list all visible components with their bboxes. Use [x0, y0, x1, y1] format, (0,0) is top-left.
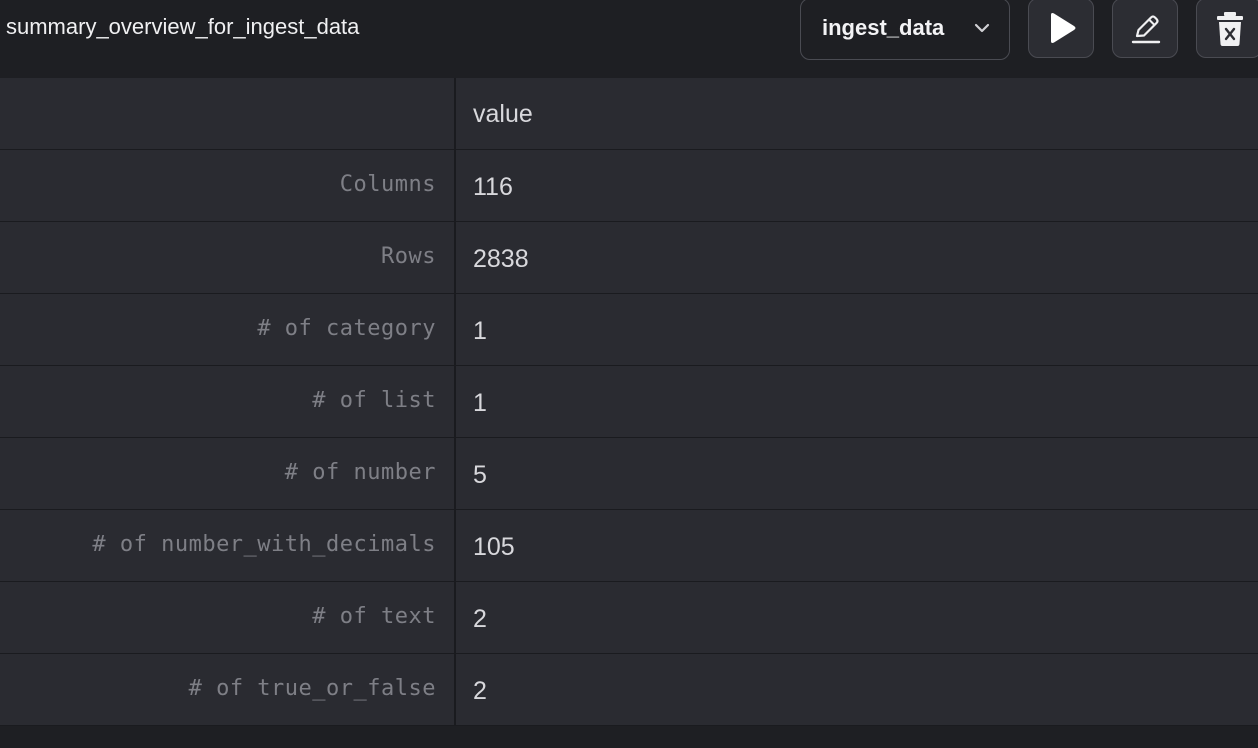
row-value: 1: [473, 389, 487, 417]
row-value: 1: [473, 317, 487, 345]
row-label: # of number_with_decimals: [92, 532, 436, 557]
row-label: # of text: [312, 604, 436, 629]
table-header-row: value: [0, 78, 1258, 150]
table-row: # of category 1: [0, 294, 1258, 366]
table-row: # of text 2: [0, 582, 1258, 654]
row-label: # of number: [284, 460, 436, 485]
row-label-cell: Columns: [0, 150, 456, 221]
row-label-cell: # of number: [0, 438, 456, 509]
row-value: 2838: [473, 245, 529, 273]
row-value: 116: [473, 173, 513, 201]
header-index-cell: [0, 78, 456, 149]
row-label: Columns: [339, 172, 436, 197]
row-value: 105: [473, 533, 515, 561]
edit-button[interactable]: [1112, 0, 1178, 58]
chevron-down-icon: [974, 23, 990, 33]
table-row: # of true_or_false 2: [0, 654, 1258, 726]
play-icon: [1051, 13, 1076, 43]
pencil-icon: [1131, 15, 1161, 44]
run-button[interactable]: [1028, 0, 1094, 58]
delete-button[interactable]: [1196, 0, 1258, 58]
row-label-cell: # of true_or_false: [0, 654, 456, 725]
header-value-label: value: [473, 100, 533, 128]
page-footer: [0, 726, 1258, 748]
row-label: # of true_or_false: [188, 676, 436, 701]
row-label: Rows: [381, 244, 436, 269]
table-row: # of number 5: [0, 438, 1258, 510]
row-value: 2: [473, 605, 487, 633]
dataset-select[interactable]: ingest_data: [800, 0, 1010, 60]
summary-table: value Columns 116 Rows 2838 # of categor…: [0, 78, 1258, 726]
dataset-select-value: ingest_data: [822, 15, 945, 40]
top-bar: summary_overview_for_ingest_data ingest_…: [0, 0, 1258, 78]
table-row: Columns 116: [0, 150, 1258, 222]
row-label: # of list: [312, 388, 436, 413]
row-value: 5: [473, 461, 487, 489]
row-label: # of category: [257, 316, 436, 341]
row-label-cell: # of list: [0, 366, 456, 437]
row-label-cell: Rows: [0, 222, 456, 293]
table-row: Rows 2838: [0, 222, 1258, 294]
row-label-cell: # of category: [0, 294, 456, 365]
row-label-cell: # of number_with_decimals: [0, 510, 456, 581]
row-value: 2: [473, 677, 487, 705]
table-row: # of list 1: [0, 366, 1258, 438]
trash-icon: [1217, 12, 1243, 46]
table-row: # of number_with_decimals 105: [0, 510, 1258, 582]
row-label-cell: # of text: [0, 582, 456, 653]
page-title: summary_overview_for_ingest_data: [6, 14, 360, 39]
